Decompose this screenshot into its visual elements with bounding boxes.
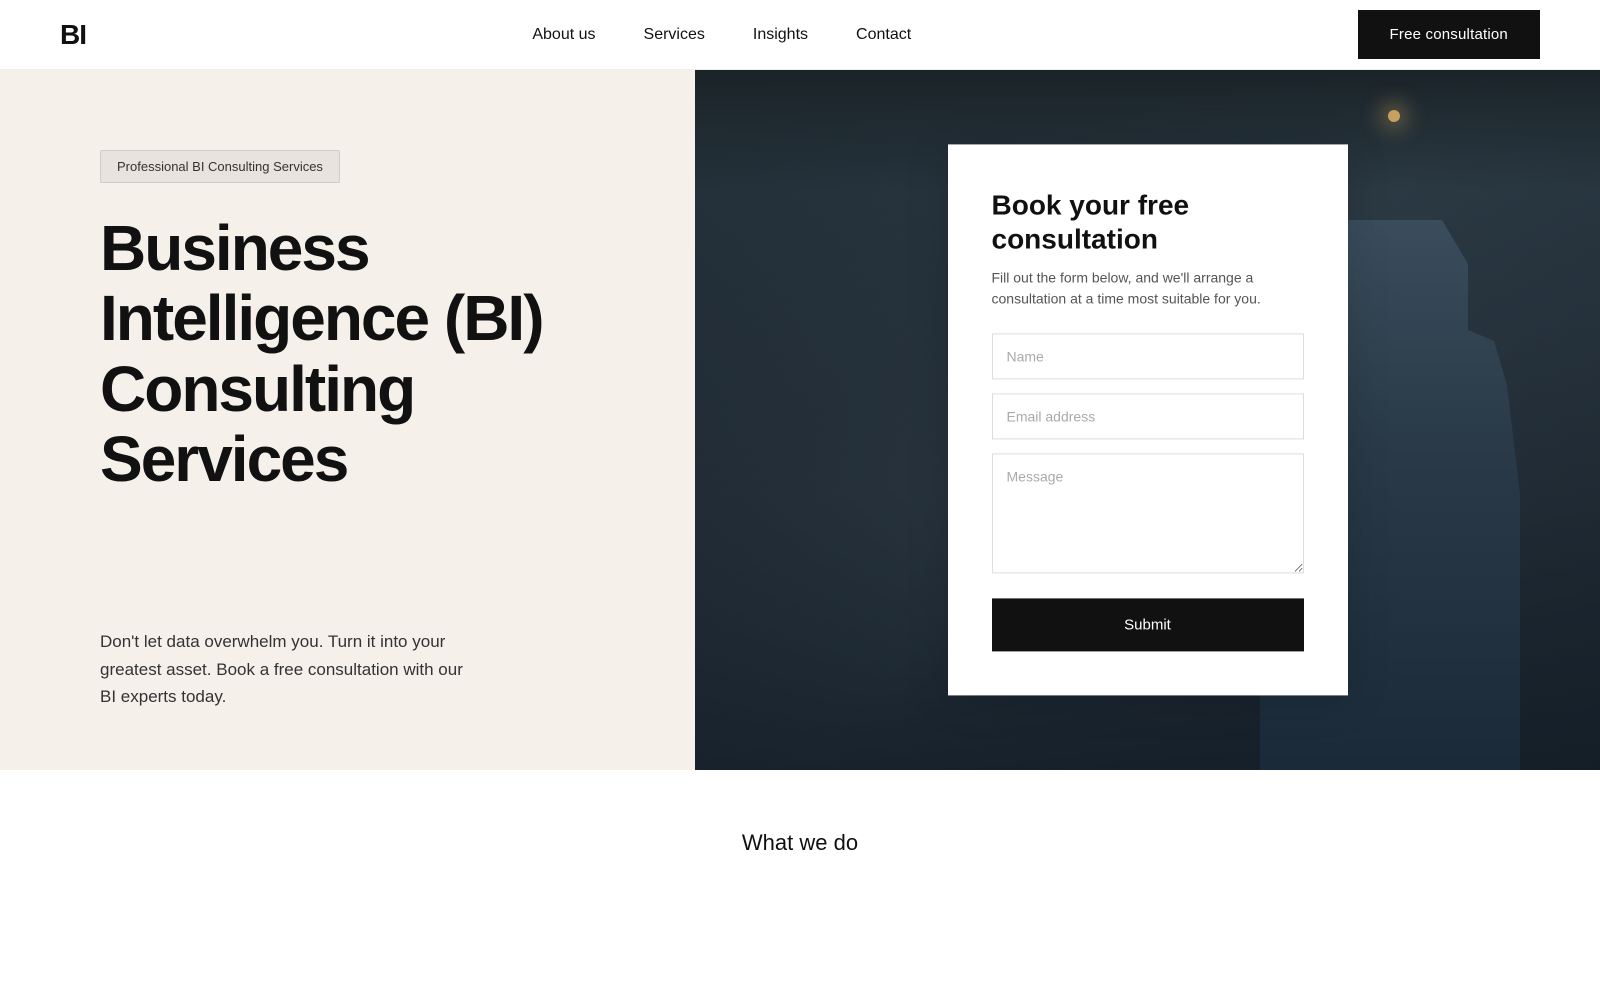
form-description: Fill out the form below, and we'll arran…: [992, 268, 1304, 310]
name-input[interactable]: [992, 334, 1304, 380]
nav-links: About us Services Insights Contact: [532, 26, 911, 44]
hero-badge: Professional BI Consulting Services: [100, 150, 340, 183]
form-title: Book your free consultation: [992, 188, 1304, 255]
nav-link-about[interactable]: About us: [532, 26, 595, 43]
consultation-form-card: Book your free consultation Fill out the…: [948, 144, 1348, 695]
ceiling-light-decoration: [1388, 110, 1400, 122]
nav-link-insights[interactable]: Insights: [753, 26, 808, 43]
submit-button[interactable]: Submit: [992, 599, 1304, 652]
nav-link-services[interactable]: Services: [644, 26, 705, 43]
nav-item-services[interactable]: Services: [644, 26, 705, 44]
hero-right-panel: Book your free consultation Fill out the…: [695, 70, 1600, 770]
hero-left-panel: Professional BI Consulting Services Busi…: [0, 70, 695, 770]
message-field-group: [992, 454, 1304, 579]
message-input[interactable]: [992, 454, 1304, 574]
consultation-form: Submit: [992, 334, 1304, 652]
hero-section: Professional BI Consulting Services Busi…: [0, 70, 1600, 770]
email-input[interactable]: [992, 394, 1304, 440]
free-consultation-button[interactable]: Free consultation: [1358, 10, 1540, 59]
name-field-group: [992, 334, 1304, 380]
email-field-group: [992, 394, 1304, 440]
hero-description: Don't let data overwhelm you. Turn it in…: [100, 628, 480, 710]
nav-item-contact[interactable]: Contact: [856, 26, 911, 44]
hero-title: Business Intelligence (BI) Consulting Se…: [100, 213, 615, 495]
navbar: BI About us Services Insights Contact Fr…: [0, 0, 1600, 70]
nav-item-about[interactable]: About us: [532, 26, 595, 44]
logo: BI: [60, 19, 86, 51]
what-we-do-section: What we do: [0, 770, 1600, 896]
what-we-do-title: What we do: [100, 830, 1500, 856]
nav-link-contact[interactable]: Contact: [856, 26, 911, 43]
nav-item-insights[interactable]: Insights: [753, 26, 808, 44]
